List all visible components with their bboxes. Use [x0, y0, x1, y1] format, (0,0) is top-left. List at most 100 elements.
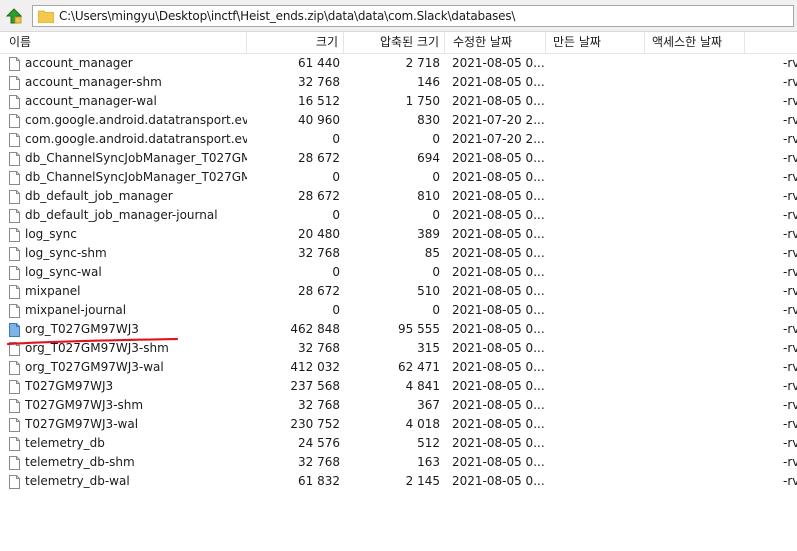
file-name: T027GM97WJ3-wal [25, 417, 139, 431]
file-compressed-size: 389 [417, 227, 440, 241]
file-row[interactable]: telemetry_db 24 576 512 2021-08-05 0... -rv [0, 434, 797, 453]
column-modified[interactable]: 수정한 날짜 [445, 32, 546, 53]
file-attributes: -rv [783, 265, 797, 279]
column-compressed-size[interactable]: 압축된 크기 [344, 32, 445, 53]
file-attributes: -rv [783, 303, 797, 317]
file-row[interactable]: org_T027GM97WJ3-shm 32 768 315 2021-08-05 0… [0, 339, 797, 358]
file-modified: 2021-08-05 0... [452, 474, 544, 488]
file-row[interactable]: telemetry_db-shm 32 768 163 2021-08-05 0...… [0, 453, 797, 472]
file-row[interactable]: db_default_job_manager-journal 0 0 2021-08-… [0, 206, 797, 225]
file-name: telemetry_db-wal [25, 474, 130, 488]
file-icon [9, 418, 20, 432]
file-name: db_ChannelSyncJobManager_T027GM... [25, 170, 247, 184]
file-icon [9, 76, 20, 90]
file-row[interactable]: log_sync-wal 0 0 2021-08-05 0... -rv [0, 263, 797, 282]
file-compressed-size: 367 [417, 398, 440, 412]
file-icon [9, 171, 20, 185]
file-attributes: -rv [783, 322, 797, 336]
file-icon [9, 247, 20, 261]
address-bar[interactable]: C:\Users\mingyu\Desktop\inctf\Heist_ends… [32, 5, 794, 27]
file-attributes: -rv [783, 75, 797, 89]
file-size: 61 832 [298, 474, 340, 488]
up-folder-button[interactable] [4, 6, 24, 26]
file-compressed-size: 315 [417, 341, 440, 355]
file-compressed-size: 2 145 [405, 474, 440, 488]
file-name: log_sync-shm [25, 246, 107, 260]
file-row[interactable]: T027GM97WJ3-wal 230 752 4 018 2021-08-05 0.… [0, 415, 797, 434]
file-compressed-size: 146 [417, 75, 440, 89]
file-size: 32 768 [298, 246, 340, 260]
file-attributes: -rv [783, 284, 797, 298]
file-icon [9, 342, 20, 356]
file-compressed-size: 2 718 [405, 56, 440, 70]
file-icon [9, 304, 20, 318]
file-row[interactable]: log_sync-shm 32 768 85 2021-08-05 0... -rv [0, 244, 797, 263]
file-compressed-size: 0 [432, 170, 440, 184]
file-attributes: -rv [783, 379, 797, 393]
file-modified: 2021-08-05 0... [452, 341, 544, 355]
file-size: 28 672 [298, 151, 340, 165]
column-attributes[interactable] [745, 32, 797, 53]
file-row[interactable]: account_manager-shm 32 768 146 2021-08-05 0… [0, 73, 797, 92]
file-modified: 2021-08-05 0... [452, 170, 544, 184]
file-attributes: -rv [783, 341, 797, 355]
file-modified: 2021-08-05 0... [452, 75, 544, 89]
file-modified: 2021-08-05 0... [452, 189, 544, 203]
file-row[interactable]: mixpanel 28 672 510 2021-08-05 0... -rv [0, 282, 797, 301]
file-compressed-size: 0 [432, 303, 440, 317]
file-size: 16 512 [298, 94, 340, 108]
file-row[interactable]: T027GM97WJ3-shm 32 768 367 2021-08-05 0... -… [0, 396, 797, 415]
file-icon [9, 209, 20, 223]
file-compressed-size: 512 [417, 436, 440, 450]
file-row[interactable]: org_T027GM97WJ3-wal 412 032 62 471 2021-08-… [0, 358, 797, 377]
file-row[interactable]: db_default_job_manager 28 672 810 2021-08-0… [0, 187, 797, 206]
column-name[interactable]: 이름 [0, 32, 247, 53]
file-row[interactable]: mixpanel-journal 0 0 2021-08-05 0... -rv [0, 301, 797, 320]
file-name: mixpanel [25, 284, 81, 298]
file-modified: 2021-08-05 0... [452, 56, 544, 70]
file-name: account_manager [25, 56, 133, 70]
file-size: 0 [332, 132, 340, 146]
file-size: 230 752 [290, 417, 340, 431]
file-compressed-size: 163 [417, 455, 440, 469]
file-modified: 2021-08-05 0... [452, 455, 544, 469]
file-size: 462 848 [290, 322, 340, 336]
file-attributes: -rv [783, 360, 797, 374]
column-accessed[interactable]: 액세스한 날짜 [645, 32, 745, 53]
file-icon [9, 114, 20, 128]
file-modified: 2021-08-05 0... [452, 94, 544, 108]
file-attributes: -rv [783, 94, 797, 108]
file-name: org_T027GM97WJ3-wal [25, 360, 164, 374]
address-path: C:\Users\mingyu\Desktop\inctf\Heist_ends… [59, 9, 516, 23]
file-compressed-size: 0 [432, 208, 440, 222]
file-icon [9, 361, 20, 375]
column-created[interactable]: 만든 날짜 [546, 32, 645, 53]
database-file-icon [9, 323, 20, 337]
file-modified: 2021-08-05 0... [452, 398, 544, 412]
file-size: 28 672 [298, 189, 340, 203]
file-row[interactable]: account_manager-wal 16 512 1 750 2021-08-05… [0, 92, 797, 111]
file-row[interactable]: com.google.android.datatransport.events 4… [0, 111, 797, 130]
file-name: log_sync [25, 227, 77, 241]
file-size: 412 032 [290, 360, 340, 374]
file-row[interactable]: T027GM97WJ3 237 568 4 841 2021-08-05 0... -r… [0, 377, 797, 396]
file-modified: 2021-08-05 0... [452, 360, 544, 374]
file-row[interactable]: log_sync 20 480 389 2021-08-05 0... -rv [0, 225, 797, 244]
file-row[interactable]: account_manager 61 440 2 718 2021-08-05 0..… [0, 54, 797, 73]
file-name: db_default_job_manager-journal [25, 208, 218, 222]
file-modified: 2021-08-05 0... [452, 322, 544, 336]
file-compressed-size: 510 [417, 284, 440, 298]
file-size: 28 672 [298, 284, 340, 298]
file-compressed-size: 4 841 [405, 379, 440, 393]
file-row[interactable]: org_T027GM97WJ3 462 848 95 555 2021-08-05 0… [0, 320, 797, 339]
file-compressed-size: 1 750 [405, 94, 440, 108]
file-icon [9, 95, 20, 109]
file-row[interactable]: telemetry_db-wal 61 832 2 145 2021-08-05 0.… [0, 472, 797, 491]
file-row[interactable]: com.google.android.datatransport.even...… [0, 130, 797, 149]
file-row[interactable]: db_ChannelSyncJobManager_T027GM... 0 0 2021… [0, 168, 797, 187]
file-modified: 2021-08-05 0... [452, 436, 544, 450]
file-row[interactable]: db_ChannelSyncJobManager_T027GM... 28 672… [0, 149, 797, 168]
file-attributes: -rv [783, 132, 797, 146]
column-size[interactable]: 크기 [247, 32, 344, 53]
file-compressed-size: 830 [417, 113, 440, 127]
